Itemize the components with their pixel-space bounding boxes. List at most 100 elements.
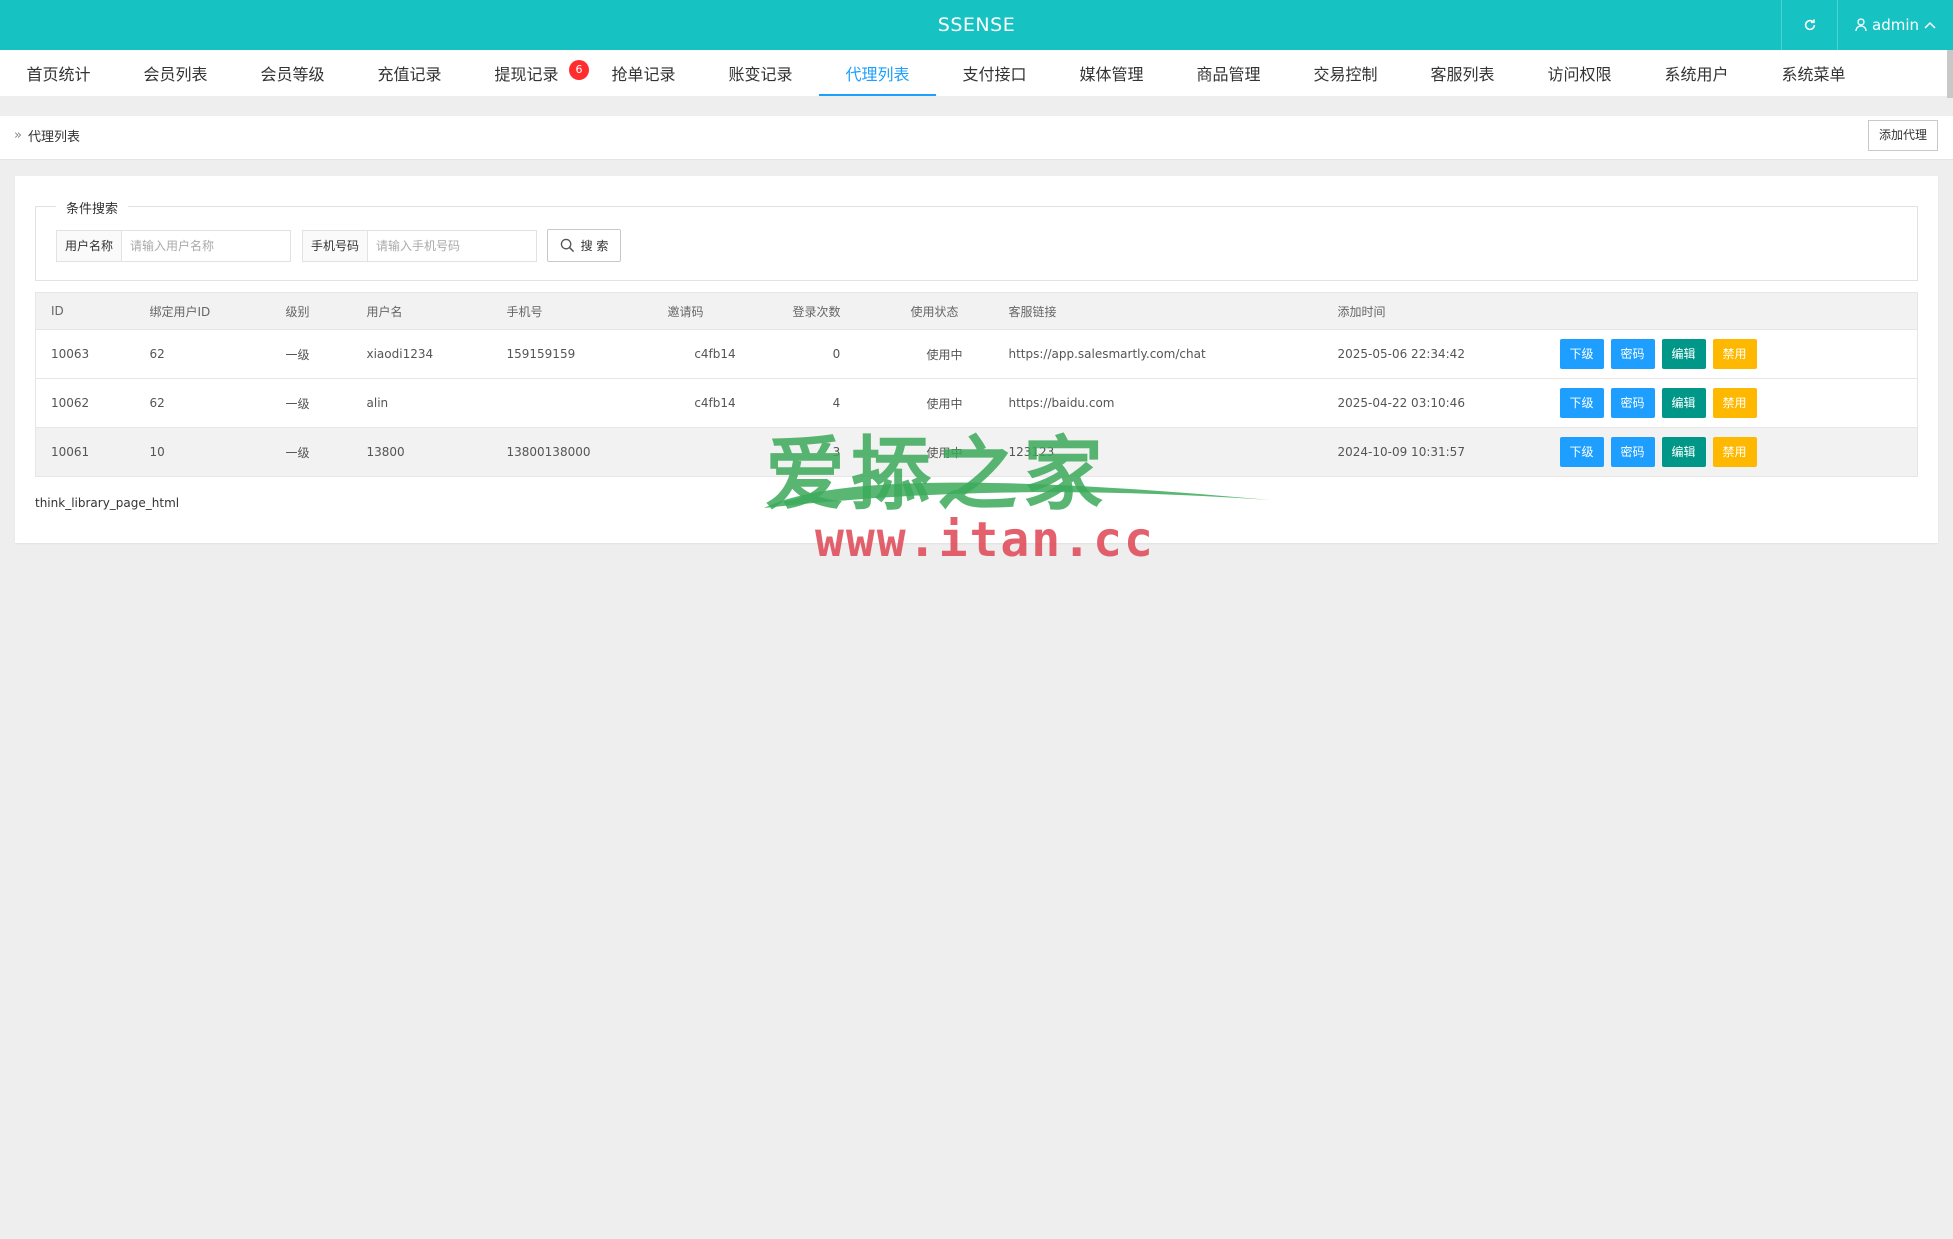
nav-item-access[interactable]: 访问权限 xyxy=(1521,50,1638,96)
nav-label: 提现记录 xyxy=(494,65,559,84)
nav-label: 会员列表 xyxy=(143,65,208,84)
nav-item-customer-service[interactable]: 客服列表 xyxy=(1404,50,1521,96)
cell-level: 一级 xyxy=(270,427,352,477)
cell-id: 10062 xyxy=(35,378,135,428)
top-bar: SSENSE admin xyxy=(0,0,1953,50)
nav-label: 系统菜单 xyxy=(1781,65,1846,84)
nav-label: 代理列表 xyxy=(845,65,910,84)
table-header-row: ID 绑定用户ID 级别 用户名 手机号 邀请码 登录次数 使用状态 客服链接 … xyxy=(35,292,1918,330)
nav-item-account-changes[interactable]: 账变记录 xyxy=(702,50,819,96)
nav-item-media[interactable]: 媒体管理 xyxy=(1053,50,1170,96)
nav-label: 充值记录 xyxy=(377,65,442,84)
cell-invite xyxy=(652,427,778,477)
topbar-actions: admin xyxy=(1781,0,1953,50)
nav-label: 客服列表 xyxy=(1430,65,1495,84)
nav-item-withdrawals[interactable]: 提现记录 6 xyxy=(468,50,589,96)
col-bind-uid: 绑定用户ID xyxy=(134,292,271,330)
col-time: 添加时间 xyxy=(1322,292,1545,330)
add-agent-button[interactable]: 添加代理 xyxy=(1867,120,1938,151)
nav-item-orders[interactable]: 抢单记录 xyxy=(585,50,702,96)
cell-status: 使用中 xyxy=(895,378,994,428)
main-nav: 首页统计 会员列表 会员等级 充值记录 提现记录 6 抢单记录 账变记录 代理列表… xyxy=(0,50,1953,96)
edit-button[interactable]: 编辑 xyxy=(1661,388,1706,418)
username-search-group: 用户名称 xyxy=(56,230,292,262)
cell-phone: 159159159 xyxy=(491,329,653,379)
cell-username: alin xyxy=(351,378,492,428)
nav-item-trade-control[interactable]: 交易控制 xyxy=(1287,50,1404,96)
cell-username: 13800 xyxy=(351,427,492,477)
cell-actions: 下级 密码 编辑 禁用 xyxy=(1544,427,1918,477)
cell-level: 一级 xyxy=(270,378,352,428)
cell-logins: 0 xyxy=(777,329,896,379)
cell-phone xyxy=(491,378,653,428)
disable-button[interactable]: 禁用 xyxy=(1712,339,1757,369)
username-input[interactable] xyxy=(122,231,291,261)
nav-label: 访问权限 xyxy=(1547,65,1612,84)
cell-invite: c4fb14 xyxy=(652,329,778,379)
nav-label: 支付接口 xyxy=(962,65,1027,84)
nav-label: 商品管理 xyxy=(1196,65,1261,84)
nav-item-home-stats[interactable]: 首页统计 xyxy=(0,50,117,96)
cell-link: https://baidu.com xyxy=(993,378,1323,428)
cell-link: https://app.salesmartly.com/chat xyxy=(993,329,1323,379)
search-button-label: 搜 索 xyxy=(580,239,609,253)
search-legend: 条件搜索 xyxy=(56,198,129,217)
brand-title: SSENSE xyxy=(937,14,1016,36)
refresh-icon xyxy=(1804,19,1815,31)
col-level: 级别 xyxy=(270,292,352,330)
cell-id: 10061 xyxy=(35,427,135,477)
phone-input[interactable] xyxy=(368,231,537,261)
subordinates-button[interactable]: 下级 xyxy=(1559,339,1604,369)
nav-label: 首页统计 xyxy=(26,65,91,84)
nav-item-system-menu[interactable]: 系统菜单 xyxy=(1755,50,1872,96)
breadcrumb-bar: » 代理列表 添加代理 xyxy=(0,116,1953,160)
cell-invite: c4fb14 xyxy=(652,378,778,428)
nav-item-members[interactable]: 会员列表 xyxy=(117,50,234,96)
nav-label: 抢单记录 xyxy=(611,65,676,84)
cell-actions: 下级 密码 编辑 禁用 xyxy=(1544,329,1918,379)
refresh-button[interactable] xyxy=(1781,0,1837,50)
password-button[interactable]: 密码 xyxy=(1610,437,1655,467)
subordinates-button[interactable]: 下级 xyxy=(1559,437,1604,467)
cell-username: xiaodi1234 xyxy=(351,329,492,379)
password-button[interactable]: 密码 xyxy=(1610,388,1655,418)
content-panel: 条件搜索 用户名称 手机号码 搜 索 ID 绑定用户ID 级别 用户名 手机号 … xyxy=(15,176,1938,543)
nav-item-agents[interactable]: 代理列表 xyxy=(819,50,936,96)
table-row: 10063 62 一级 xiaodi1234 159159159 c4fb14 … xyxy=(35,329,1918,379)
cell-bind-uid: 10 xyxy=(134,427,271,477)
nav-label: 系统用户 xyxy=(1664,65,1729,84)
nav-item-recharge[interactable]: 充值记录 xyxy=(351,50,468,96)
scrollbar[interactable] xyxy=(1947,50,1953,98)
nav-item-payment[interactable]: 支付接口 xyxy=(936,50,1053,96)
search-icon xyxy=(560,238,574,253)
cell-time: 2025-04-22 03:10:46 xyxy=(1322,378,1545,428)
user-menu[interactable]: admin xyxy=(1837,0,1953,50)
cell-actions: 下级 密码 编辑 禁用 xyxy=(1544,378,1918,428)
col-actions xyxy=(1544,292,1918,330)
nav-label: 会员等级 xyxy=(260,65,325,84)
edit-button[interactable]: 编辑 xyxy=(1661,339,1706,369)
username-label: 用户名称 xyxy=(57,231,123,261)
subordinates-button[interactable]: 下级 xyxy=(1559,388,1604,418)
breadcrumb: » 代理列表 xyxy=(14,126,80,145)
phone-search-group: 手机号码 xyxy=(302,230,538,262)
cell-time: 2024-10-09 10:31:57 xyxy=(1322,427,1545,477)
nav-label: 交易控制 xyxy=(1313,65,1378,84)
disable-button[interactable]: 禁用 xyxy=(1712,437,1757,467)
cell-bind-uid: 62 xyxy=(134,329,271,379)
search-button[interactable]: 搜 索 xyxy=(547,229,621,262)
col-phone: 手机号 xyxy=(491,292,653,330)
disable-button[interactable]: 禁用 xyxy=(1712,388,1757,418)
cell-bind-uid: 62 xyxy=(134,378,271,428)
nav-item-products[interactable]: 商品管理 xyxy=(1170,50,1287,96)
edit-button[interactable]: 编辑 xyxy=(1661,437,1706,467)
password-button[interactable]: 密码 xyxy=(1610,339,1655,369)
user-icon xyxy=(1855,18,1867,32)
user-name: admin xyxy=(1872,16,1919,34)
nav-item-system-users[interactable]: 系统用户 xyxy=(1638,50,1755,96)
cell-level: 一级 xyxy=(270,329,352,379)
nav-label: 账变记录 xyxy=(728,65,793,84)
nav-item-member-levels[interactable]: 会员等级 xyxy=(234,50,351,96)
cell-link: 123123 xyxy=(993,427,1323,477)
cell-id: 10063 xyxy=(35,329,135,379)
